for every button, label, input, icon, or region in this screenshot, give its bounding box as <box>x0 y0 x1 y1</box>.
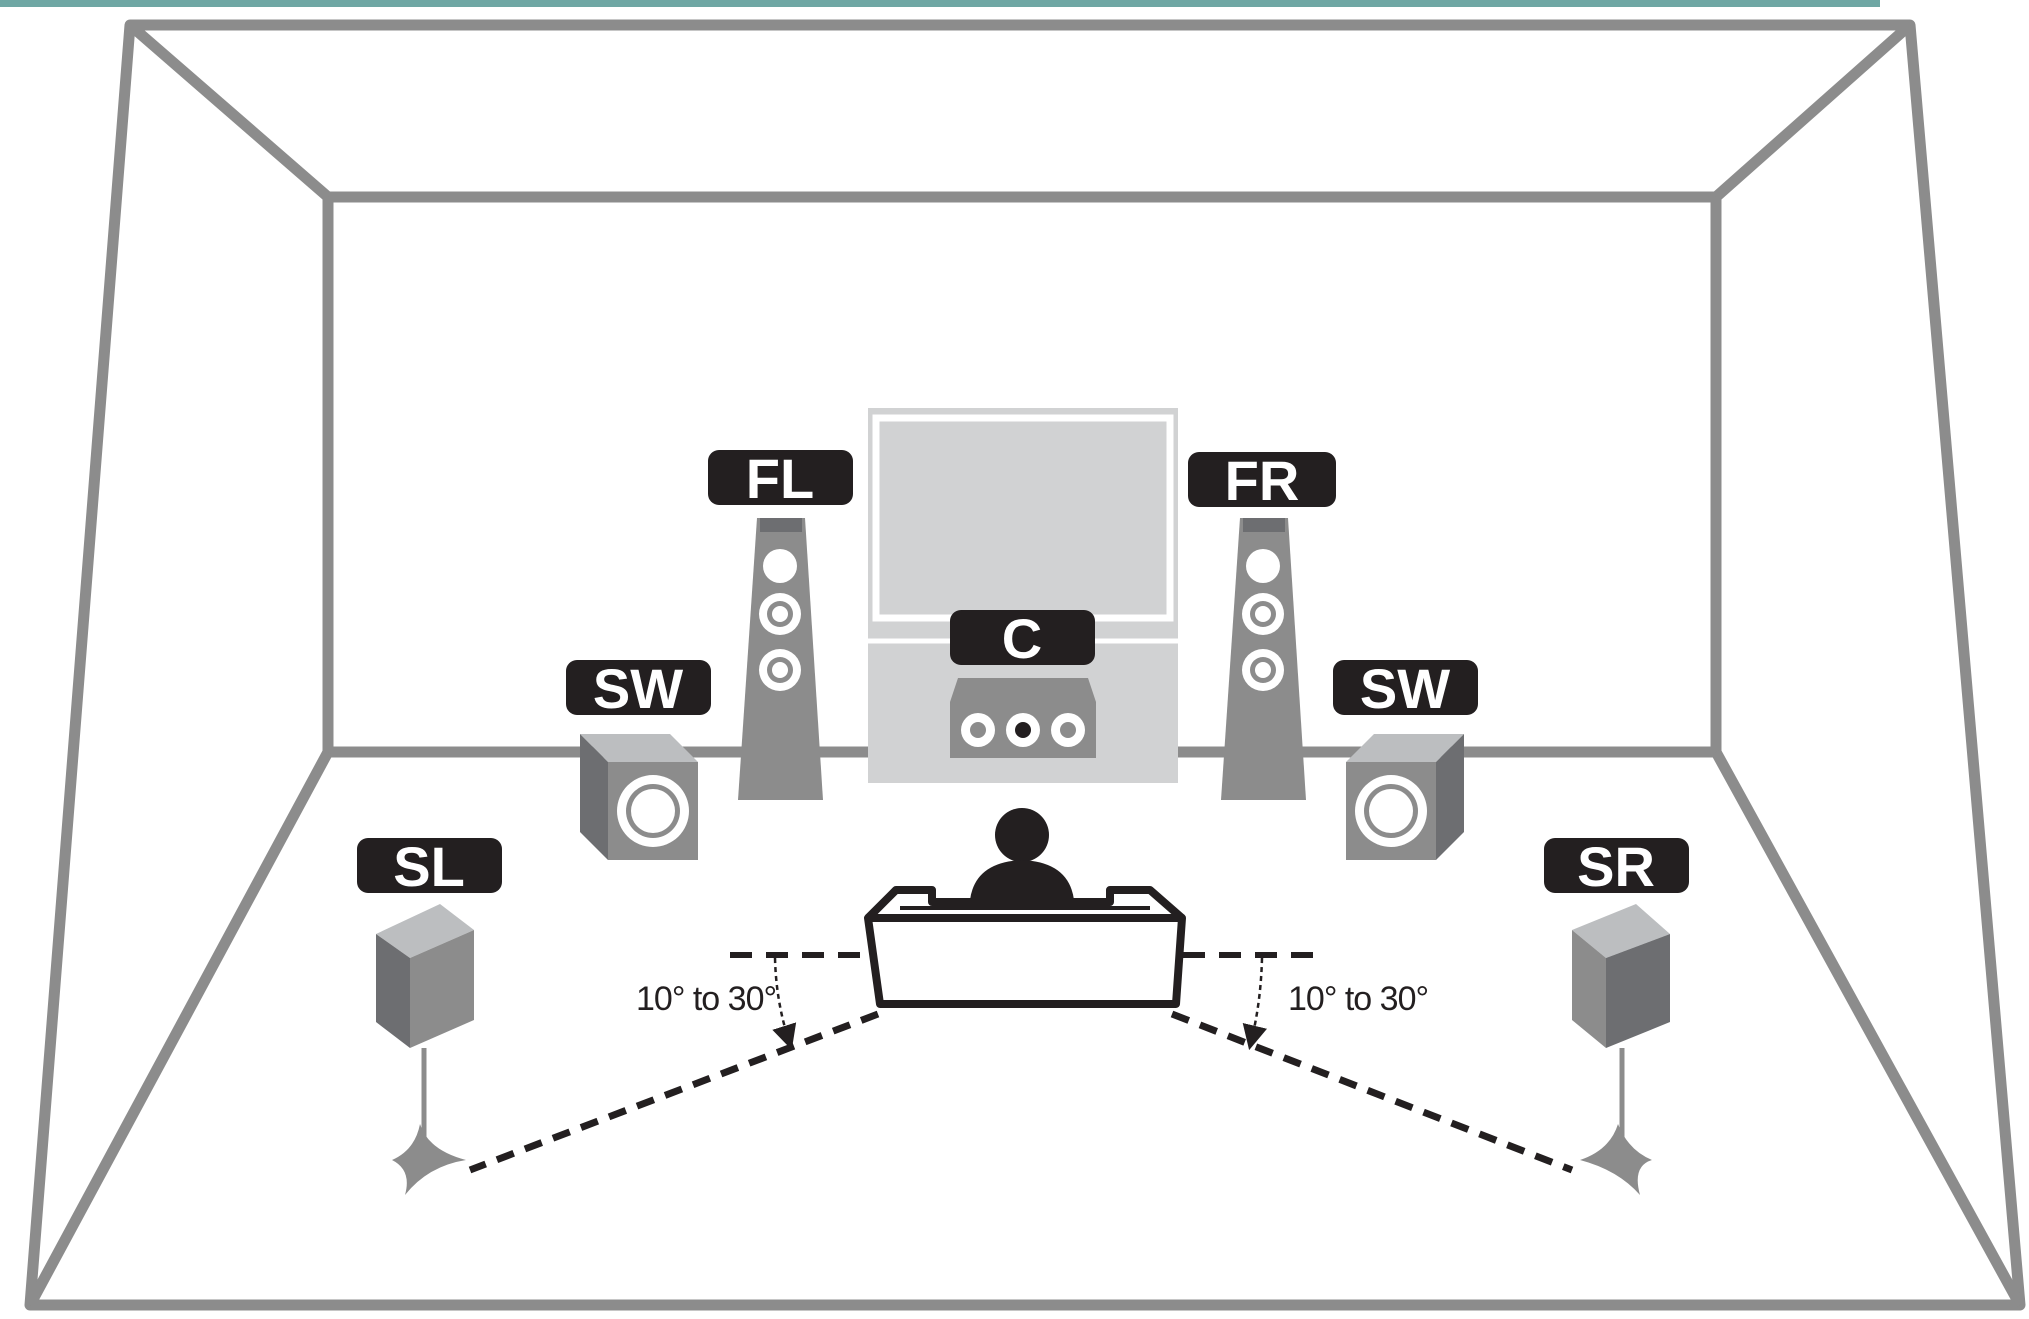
diagram-canvas: C FL FR SW SW SL SR 10° to 30° 10° to 30… <box>0 0 2026 1311</box>
angle-label-left: 10° to 30° <box>636 980 776 1018</box>
label-center-text: C <box>1002 607 1042 670</box>
angle-arrow-left <box>772 957 797 1050</box>
label-front-left-text: FL <box>746 447 814 510</box>
label-center: C <box>950 607 1095 670</box>
label-subwoofer-right: SW <box>1333 657 1478 720</box>
label-subwoofer-left: SW <box>566 657 711 720</box>
surround-left-speaker <box>376 904 474 1195</box>
sofa-icon <box>864 886 1186 1008</box>
label-surround-left-text: SL <box>393 835 465 898</box>
top-strip <box>0 0 1880 7</box>
label-surround-left: SL <box>357 835 502 898</box>
label-surround-right-text: SR <box>1577 835 1655 898</box>
label-surround-right: SR <box>1544 835 1689 898</box>
front-left-speaker <box>738 518 823 800</box>
label-front-right-text: FR <box>1225 449 1300 512</box>
person-icon <box>970 808 1074 900</box>
ceiling-edge-right <box>1712 20 1914 202</box>
ceiling-edge-left <box>126 20 332 202</box>
direction-line-right <box>1170 1010 1574 1174</box>
front-right-speaker <box>1221 518 1306 800</box>
label-front-left: FL <box>708 447 853 510</box>
floor-edge-left <box>25 749 333 1308</box>
label-subwoofer-right-text: SW <box>1360 657 1450 720</box>
label-front-right: FR <box>1188 449 1336 512</box>
angle-label-right: 10° to 30° <box>1288 980 1428 1018</box>
speaker-layout-diagram: C FL FR SW SW SL SR 10° to 30° 10° to 30… <box>0 0 2029 1314</box>
label-subwoofer-left-text: SW <box>593 657 683 720</box>
surround-right-speaker <box>1572 904 1670 1195</box>
subwoofer-right <box>1346 734 1464 860</box>
direction-line-left <box>468 1010 880 1174</box>
angle-arrow-right <box>1242 957 1268 1051</box>
subwoofer-left <box>580 734 698 860</box>
center-speaker <box>950 678 1096 758</box>
